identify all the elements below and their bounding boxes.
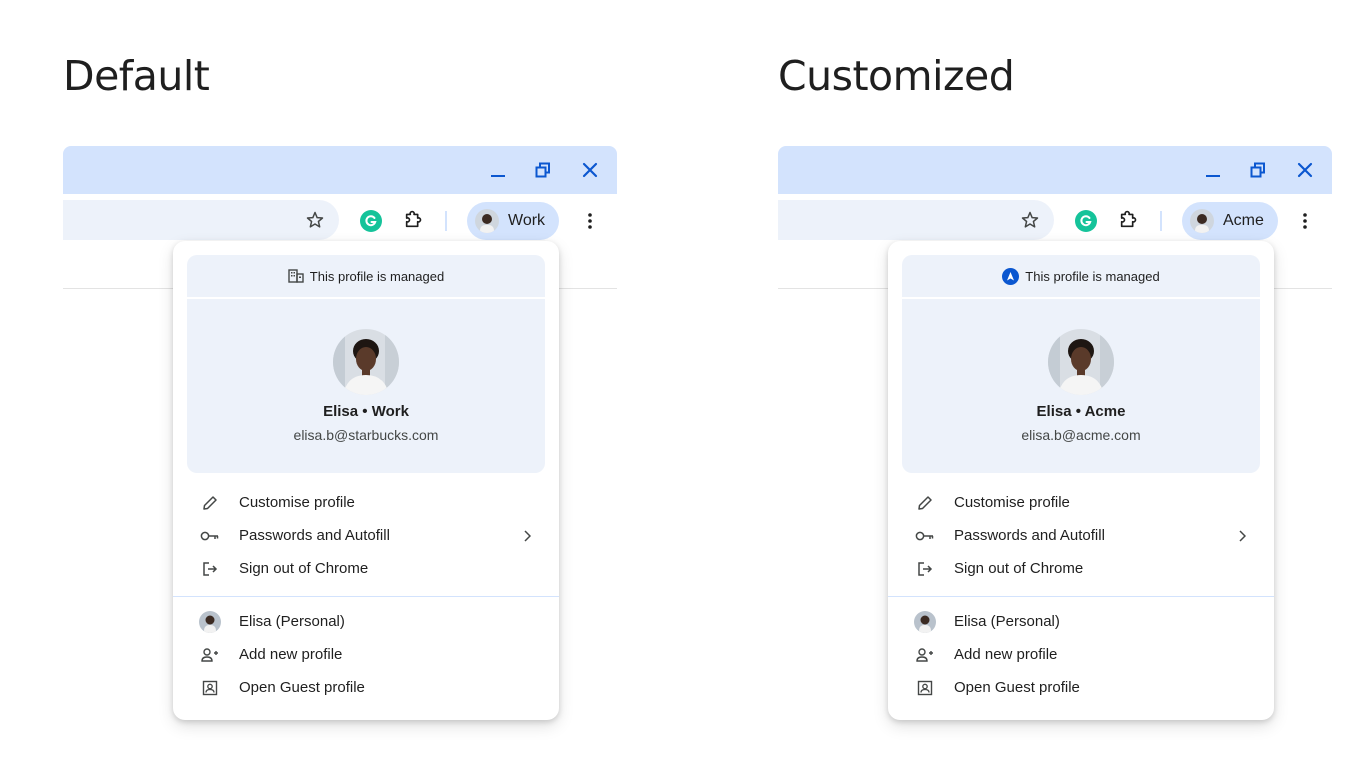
managed-text: This profile is managed — [1025, 268, 1160, 284]
minimize-button[interactable] — [486, 158, 510, 182]
bookmark-star-icon[interactable] — [1018, 208, 1042, 232]
profile-chip-label: Work — [508, 212, 546, 229]
minimize-icon — [1206, 175, 1220, 177]
menu-item-label: Sign out of Chrome — [954, 560, 1084, 577]
add-profile-item[interactable]: Add new profile — [888, 639, 1274, 671]
more-menu-icon[interactable] — [583, 209, 597, 233]
menu-item-label: Elisa (Personal) — [239, 613, 345, 630]
restore-button[interactable] — [1246, 158, 1270, 182]
managed-banner: This profile is managed — [187, 255, 545, 297]
guest-icon — [914, 678, 936, 698]
personal-profile-item[interactable]: Elisa (Personal) — [888, 606, 1274, 638]
profile-avatar — [1048, 329, 1114, 395]
profile-email: elisa.b@starbucks.com — [293, 427, 439, 443]
customise-profile-item[interactable]: Customise profile — [888, 487, 1274, 519]
menu-item-label: Passwords and Autofill — [239, 527, 390, 544]
extensions-puzzle-icon[interactable] — [1117, 207, 1141, 231]
menu-item-label: Open Guest profile — [954, 679, 1080, 696]
avatar — [199, 611, 221, 633]
profile-name: Elisa • Acme — [1036, 403, 1126, 420]
key-icon — [199, 526, 221, 546]
toolbar-divider — [1160, 211, 1162, 231]
toolbar: Work — [63, 194, 617, 246]
profile-chip[interactable]: Acme — [1182, 202, 1278, 240]
customized-panel: Customized Acme This profile is managed … — [778, 0, 1332, 778]
sign-out-item[interactable]: Sign out of Chrome — [173, 553, 559, 585]
profile-chip-label: Acme — [1223, 212, 1264, 229]
menu-divider — [173, 596, 559, 597]
restore-icon — [535, 162, 550, 178]
acme-logo-icon — [1002, 267, 1020, 285]
managed-banner: This profile is managed — [902, 255, 1260, 297]
guest-icon — [199, 678, 221, 698]
profile-menu: This profile is managed Elisa • Acme eli… — [888, 241, 1274, 720]
identity-card: Elisa • Acme elisa.b@acme.com — [902, 299, 1260, 473]
passwords-autofill-item[interactable]: Passwords and Autofill — [888, 520, 1274, 552]
omnibox[interactable] — [778, 200, 1054, 240]
add-profile-item[interactable]: Add new profile — [173, 639, 559, 671]
avatar — [914, 611, 936, 633]
guest-profile-item[interactable]: Open Guest profile — [888, 672, 1274, 704]
close-icon — [582, 162, 598, 178]
menu-divider — [888, 596, 1274, 597]
identity-card: Elisa • Work elisa.b@starbucks.com — [187, 299, 545, 473]
profile-menu: This profile is managed Elisa • Work eli… — [173, 241, 559, 720]
toolbar-divider — [445, 211, 447, 231]
add-person-icon — [914, 645, 936, 665]
menu-item-label: Add new profile — [239, 646, 343, 663]
avatar — [475, 209, 499, 233]
building-icon — [288, 269, 304, 283]
managed-text: This profile is managed — [309, 268, 445, 284]
close-button[interactable] — [1293, 158, 1317, 182]
personal-profile-item[interactable]: Elisa (Personal) — [173, 606, 559, 638]
menu-item-label: Add new profile — [954, 646, 1058, 663]
menu-item-label: Open Guest profile — [239, 679, 365, 696]
menu-item-label: Customise profile — [239, 494, 355, 511]
bookmark-star-icon[interactable] — [303, 208, 327, 232]
minimize-button[interactable] — [1201, 158, 1225, 182]
customise-profile-item[interactable]: Customise profile — [173, 487, 559, 519]
omnibox[interactable] — [63, 200, 339, 240]
sign-out-item[interactable]: Sign out of Chrome — [888, 553, 1274, 585]
toolbar: Acme — [778, 194, 1332, 246]
minimize-icon — [491, 175, 505, 177]
default-panel: Default Work This profile is managed Eli… — [63, 0, 617, 778]
close-icon — [1297, 162, 1313, 178]
profile-chip[interactable]: Work — [467, 202, 560, 240]
menu-item-label: Elisa (Personal) — [954, 613, 1060, 630]
avatar — [1190, 209, 1214, 233]
profile-name: Elisa • Work — [323, 403, 409, 420]
add-person-icon — [199, 645, 221, 665]
sign-out-icon — [199, 559, 221, 579]
more-menu-icon[interactable] — [1298, 209, 1312, 233]
close-button[interactable] — [578, 158, 602, 182]
menu-item-label: Sign out of Chrome — [239, 560, 369, 577]
profile-avatar — [333, 329, 399, 395]
chevron-right-icon — [1234, 528, 1250, 544]
passwords-autofill-item[interactable]: Passwords and Autofill — [173, 520, 559, 552]
menu-item-label: Passwords and Autofill — [954, 527, 1105, 544]
sign-out-icon — [914, 559, 936, 579]
pencil-icon — [199, 493, 221, 513]
pencil-icon — [914, 493, 936, 513]
panel-heading: Default — [63, 52, 210, 100]
title-bar — [63, 146, 617, 194]
profile-email: elisa.b@acme.com — [1021, 427, 1141, 443]
panel-heading: Customized — [778, 52, 1015, 100]
key-icon — [914, 526, 936, 546]
chevron-right-icon — [519, 528, 535, 544]
guest-profile-item[interactable]: Open Guest profile — [173, 672, 559, 704]
extensions-puzzle-icon[interactable] — [402, 207, 426, 231]
grammarly-extension-icon[interactable] — [1075, 210, 1097, 232]
restore-icon — [1250, 162, 1265, 178]
restore-button[interactable] — [531, 158, 555, 182]
grammarly-extension-icon[interactable] — [360, 210, 382, 232]
menu-item-label: Customise profile — [954, 494, 1070, 511]
title-bar — [778, 146, 1332, 194]
